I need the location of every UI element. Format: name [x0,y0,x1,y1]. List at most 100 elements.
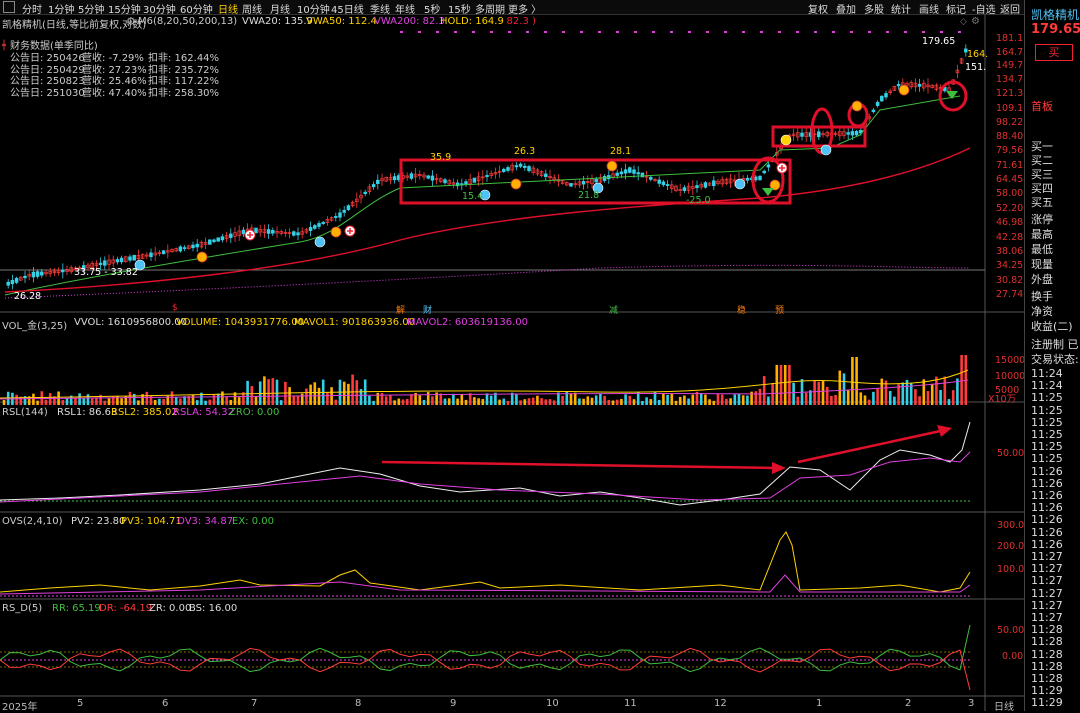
volume-bar [603,395,606,405]
candle-body [875,101,880,106]
volume-bar [590,397,594,405]
volume-bar [107,398,111,405]
tool-2[interactable]: 多股 [864,1,884,16]
volume-bar [943,376,947,405]
tick-time-24: 11:28 [1031,659,1063,673]
volume-bar [48,393,52,405]
candle-body [392,176,397,181]
volume-bar [645,397,648,405]
volume-bar [712,400,716,405]
tick-time-7: 11:25 [1031,452,1063,466]
volume-bar [179,398,182,405]
signal-dot [472,31,475,33]
month-label-6: 10 [546,698,559,709]
volume-bar [372,400,375,405]
tool-7[interactable]: 返回 [1000,1,1020,16]
price-axis-label-9: 71.61 [996,160,1024,171]
ma-params: M6(8,20,50,200,13) [138,16,238,27]
volume-bar [641,400,644,405]
price-mark-r1: 164. [967,49,989,60]
signal-dot [418,31,421,33]
sub-axis-label-7: 100.0 [997,564,1025,575]
tool-1[interactable]: 叠加 [836,1,856,16]
volume-bar [620,398,623,405]
buy-button[interactable]: 买 [1035,44,1073,61]
volume-bar [275,379,279,405]
orderbook-12: 收益(二) [1031,320,1073,333]
candle-body [506,167,510,171]
volume-bar [674,400,678,405]
volume-bar [834,395,837,405]
candle-body [191,244,195,249]
candle-body [636,172,640,175]
volume-bar [947,399,951,405]
marker-ball-5 [820,144,832,156]
settings-icon[interactable]: ⚙ [126,15,136,28]
diamond-icon[interactable]: ◇ [960,17,967,27]
month-label-4: 8 [355,698,362,709]
candle-body [195,243,199,248]
volume-bar [502,398,506,405]
volume-bar [552,400,556,405]
candle-body [23,275,27,279]
candle-body [342,209,346,213]
orderbook-14: 交易状态: [1031,353,1079,366]
volume-bar [918,396,921,405]
volume-bar [90,398,94,405]
volume-value: VOLUME: 1043931776.00 [176,317,304,328]
candle-body [308,226,313,231]
signal-dot [544,31,547,33]
candle-body [754,176,758,181]
candle-body [61,269,65,273]
signal-dot [922,31,925,33]
tick-time-23: 11:28 [1031,647,1063,661]
volume-bar [951,390,955,405]
sub-axis-label-5: 300.0 [997,520,1025,531]
tool-5[interactable]: 标记 [946,1,966,16]
volume-bar [914,389,917,405]
candle-body [35,271,40,277]
volume-bar [716,393,720,405]
candle-body [884,93,888,98]
volume-bar [573,392,577,405]
stock-name[interactable]: 凯格精机 [1031,6,1079,23]
candle-body [602,176,607,181]
orderbook-5: 涨停 [1031,213,1053,226]
month-label-11: 3 [968,698,975,709]
volume-bar [767,396,770,405]
tick-time-10: 11:26 [1031,489,1063,502]
tool-3[interactable]: 统计 [891,1,911,16]
candle-body [871,109,876,113]
volume-bar [397,398,401,405]
volume-bar [456,398,459,405]
candle-body [569,183,573,187]
price-axis-label-15: 38.06 [996,246,1024,257]
tool-4[interactable]: 画线 [919,1,939,16]
volume-bar [515,393,518,405]
price-axis-label-0: 181.1 [996,33,1024,44]
menu-icon[interactable] [3,1,15,13]
volume-bar [737,393,741,405]
volume-bar [842,373,846,405]
volume-bar [305,388,308,405]
volume-bar [657,399,661,405]
price-axis-label-7: 88.40 [996,131,1024,142]
tool-0[interactable]: 复权 [808,1,828,16]
signal-dot [436,31,439,33]
volume-bar [393,400,396,405]
tool-6[interactable]: -自选 [972,1,996,16]
gear-icon[interactable]: ⚙ [971,16,980,27]
volume-bar [611,400,615,405]
month-label-2: 6 [162,698,169,709]
volume-bar [540,398,543,405]
volume-bar [137,400,140,405]
volume-bar [250,386,254,405]
volume-bar [447,398,451,405]
volume-bar [729,398,732,405]
board-status: 首板 [1031,100,1053,113]
signal-dot [850,31,853,33]
signal-dot [778,31,781,33]
volume-bar [615,399,619,405]
volume-bar [788,365,791,405]
volume-bar [796,396,800,405]
